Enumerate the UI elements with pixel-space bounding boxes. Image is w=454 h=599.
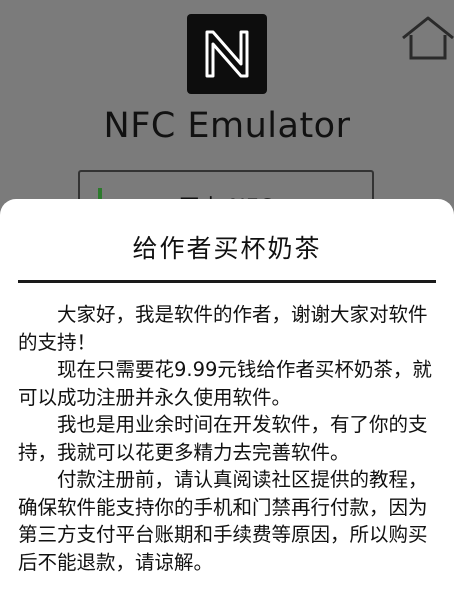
- dialog-title: 给作者买杯奶茶: [132, 234, 322, 263]
- donate-dialog: 给作者买杯奶茶 大家好，我是软件的作者，谢谢大家对软件的支持！ 现在只需要花9.…: [0, 199, 454, 599]
- dialog-paragraph: 我也是用业余时间在开发软件，有了你的支持，我就可以花更多精力去完善软件。: [18, 413, 428, 464]
- app-title: NFC Emulator: [103, 106, 351, 146]
- home-icon[interactable]: [400, 14, 454, 60]
- dialog-paragraph: 付款注册前，请认真阅读社区提供的教程，确保软件能支持你的手机和门禁再行付款，因为…: [18, 468, 428, 574]
- dialog-body: 大家好，我是软件的作者，谢谢大家对软件的支持！ 现在只需要花9.99元钱给作者买…: [18, 301, 436, 576]
- nfc-logo-icon: [187, 14, 267, 94]
- dialog-paragraph: 大家好，我是软件的作者，谢谢大家对软件的支持！: [18, 303, 428, 354]
- dialog-divider: [18, 280, 436, 283]
- dialog-paragraph: 现在只需要花9.99元钱给作者买杯奶茶，就可以成功注册并永久使用软件。: [18, 358, 432, 409]
